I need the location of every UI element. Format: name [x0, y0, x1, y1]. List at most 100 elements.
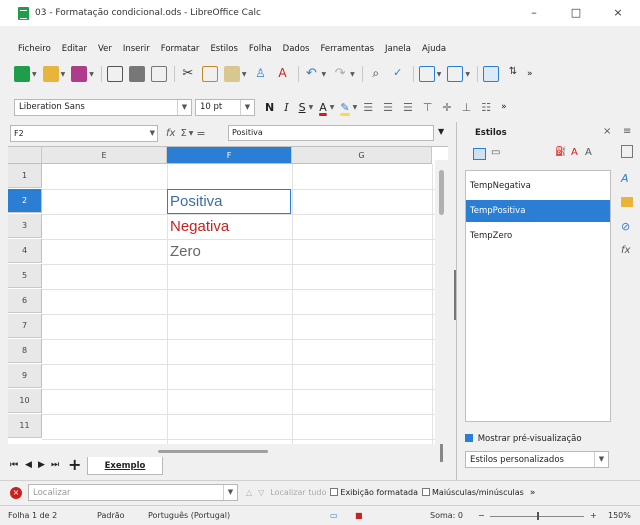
chevron-down-icon[interactable]: ▼: [177, 99, 191, 115]
underline-button[interactable]: S: [299, 101, 306, 114]
tab-splitter-handle[interactable]: [440, 444, 443, 462]
find-previous-icon[interactable]: △: [246, 488, 252, 497]
menu-folha[interactable]: Folha: [249, 44, 272, 54]
update-style-icon[interactable]: A: [585, 147, 592, 158]
zoom-level[interactable]: 150%: [608, 511, 631, 520]
page-style[interactable]: Padrão: [97, 511, 125, 520]
horizontal-scrollbar[interactable]: [158, 450, 268, 453]
scrollbar-thumb[interactable]: [439, 170, 444, 215]
find-all-button[interactable]: Localizar tudo: [270, 488, 326, 497]
chevron-down-icon[interactable]: ▼: [465, 71, 470, 78]
chevron-down-icon[interactable]: ▼: [189, 130, 194, 137]
chevron-down-icon[interactable]: ▼: [353, 104, 358, 111]
chevron-down-icon[interactable]: ▼: [223, 485, 237, 500]
spelling-icon[interactable]: ✓: [390, 66, 406, 82]
menu-formatar[interactable]: Formatar: [161, 44, 200, 54]
menu-ver[interactable]: Ver: [98, 44, 112, 54]
chevron-down-icon[interactable]: ▼: [350, 71, 355, 78]
menu-janela[interactable]: Janela: [385, 44, 411, 54]
row-header-11[interactable]: 11: [8, 414, 42, 438]
chevron-down-icon[interactable]: ▼: [89, 71, 94, 78]
overflow-chevron-icon[interactable]: »: [530, 488, 536, 498]
zoom-out-icon[interactable]: −: [478, 511, 485, 520]
chevron-down-icon[interactable]: ▼: [594, 452, 608, 467]
row-header-4[interactable]: 4: [8, 239, 42, 263]
align-top-icon[interactable]: ⊤: [423, 101, 433, 114]
sheet-position[interactable]: Folha 1 de 2: [8, 511, 57, 520]
minimize-button[interactable]: –: [520, 4, 548, 22]
column-header-e[interactable]: E: [42, 147, 167, 164]
overflow-chevron-icon[interactable]: »: [501, 102, 507, 112]
styles-deck-icon[interactable]: A: [621, 172, 629, 185]
chevron-down-icon[interactable]: ▼: [322, 71, 327, 78]
menu-estilos[interactable]: Estilos: [210, 44, 237, 54]
add-sheet-button[interactable]: +: [68, 455, 81, 474]
page-styles-icon[interactable]: ▭: [491, 147, 500, 158]
cell-f4[interactable]: Zero: [168, 240, 201, 264]
cell-f3[interactable]: Negativa: [168, 215, 229, 239]
bold-button[interactable]: N: [265, 101, 274, 114]
chevron-down-icon[interactable]: ▼: [309, 104, 314, 111]
selection-mode-icon[interactable]: ▭: [330, 511, 338, 520]
row-header-8[interactable]: 8: [8, 339, 42, 363]
chevron-down-icon[interactable]: ▼: [150, 126, 155, 141]
menu-inserir[interactable]: Inserir: [123, 44, 150, 54]
expand-formula-icon[interactable]: ▼: [438, 127, 444, 136]
next-sheet-icon[interactable]: ▶: [38, 460, 45, 470]
clone-formatting-icon[interactable]: ♙: [253, 66, 269, 82]
sum-icon[interactable]: Σ: [180, 128, 186, 139]
style-filter-combo[interactable]: Estilos personalizados ▼: [465, 451, 609, 468]
style-item-tempnegativa[interactable]: TempNegativa: [466, 175, 610, 197]
overflow-chevron-icon[interactable]: »: [527, 69, 533, 79]
close-icon[interactable]: ×: [603, 126, 611, 137]
language[interactable]: Português (Portugal): [148, 511, 230, 520]
open-folder-icon[interactable]: [42, 66, 59, 82]
properties-deck-icon[interactable]: [621, 145, 633, 158]
row-header-9[interactable]: 9: [8, 364, 42, 388]
preview-checkbox[interactable]: [465, 434, 473, 442]
select-all-corner[interactable]: [8, 147, 42, 164]
row-header-3[interactable]: 3: [8, 214, 42, 238]
save-icon[interactable]: [71, 66, 88, 82]
chevron-down-icon[interactable]: ▼: [242, 71, 247, 78]
column-icon[interactable]: [447, 66, 464, 82]
find-next-icon[interactable]: ▽: [258, 488, 264, 497]
chevron-down-icon[interactable]: ▼: [437, 71, 442, 78]
clear-formatting-icon[interactable]: A: [275, 66, 291, 82]
zoom-in-icon[interactable]: +: [590, 511, 597, 520]
sort-icon[interactable]: ⇅: [505, 66, 521, 82]
last-sheet-icon[interactable]: ⏭: [51, 460, 59, 470]
close-button[interactable]: ×: [604, 4, 632, 22]
first-sheet-icon[interactable]: ⏮: [10, 460, 18, 470]
row-header-10[interactable]: 10: [8, 389, 42, 413]
fill-format-icon[interactable]: ⛽: [555, 147, 566, 157]
row-icon[interactable]: [418, 66, 435, 82]
sheet-tab-exemplo[interactable]: Exemplo: [87, 457, 163, 475]
menu-dados[interactable]: Dados: [283, 44, 310, 54]
chevron-down-icon[interactable]: ▼: [240, 99, 254, 115]
find-replace-icon[interactable]: ⌕: [368, 66, 384, 82]
formatted-display-checkbox[interactable]: [330, 488, 339, 496]
match-case-option[interactable]: Maiúsculas/minúsculas: [422, 488, 524, 497]
vertical-scrollbar[interactable]: [435, 160, 449, 444]
functions-deck-icon[interactable]: fx: [621, 245, 630, 256]
sum-display[interactable]: Soma: 0: [430, 511, 463, 520]
match-case-checkbox[interactable]: [422, 488, 431, 496]
redo-icon[interactable]: ↷: [332, 66, 348, 82]
font-size-combo[interactable]: 10 pt ▼: [195, 98, 255, 116]
new-style-icon[interactable]: A: [571, 147, 578, 158]
cut-icon[interactable]: ✂: [180, 66, 196, 82]
highlight-color-icon[interactable]: ✎: [340, 101, 349, 114]
prev-sheet-icon[interactable]: ◀: [25, 460, 32, 470]
align-right-icon[interactable]: ☰: [403, 101, 413, 114]
print-icon[interactable]: [128, 66, 145, 82]
align-left-icon[interactable]: ☰: [363, 101, 373, 114]
formula-input[interactable]: Positiva: [228, 125, 434, 141]
sidebar-menu-icon[interactable]: ≡: [623, 126, 631, 137]
wrap-text-icon[interactable]: ☷: [481, 101, 491, 114]
print-preview-icon[interactable]: [150, 66, 167, 82]
find-input[interactable]: Localizar ▼: [28, 484, 238, 501]
styles-list[interactable]: TempNegativa TempPositiva TempZero: [465, 170, 611, 422]
italic-button[interactable]: I: [284, 101, 288, 114]
copy-icon[interactable]: [201, 66, 218, 82]
